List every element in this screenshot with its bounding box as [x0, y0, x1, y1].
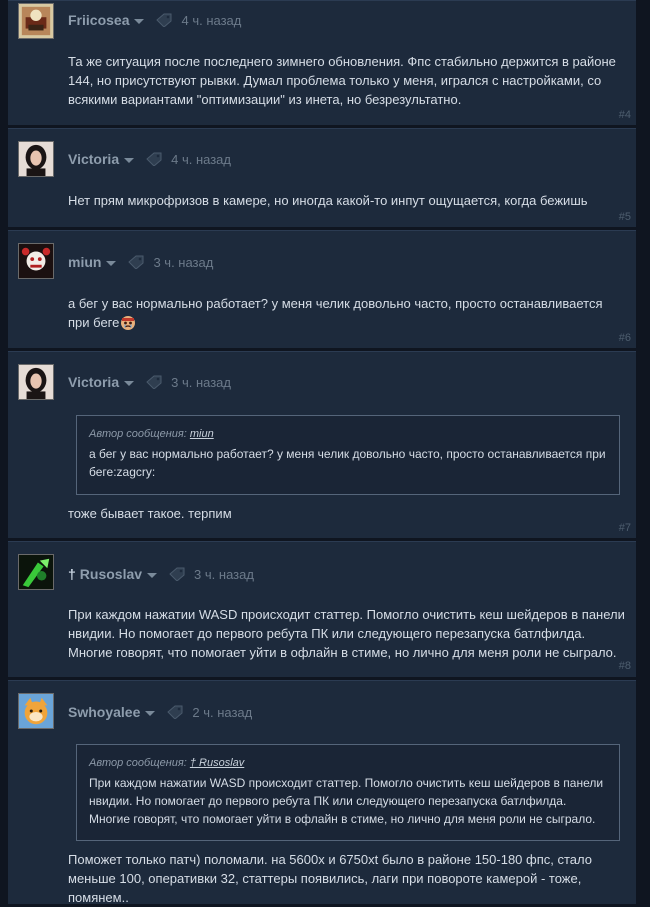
comment-header: Swhoyalee 2 ч. назад [68, 703, 252, 721]
timestamp: 3 ч. назад [153, 254, 214, 270]
comment-text: Поможет только патч) поломали. на 5600x … [68, 850, 626, 907]
author-name-text: Rusoslav [79, 566, 143, 582]
timestamp: 2 ч. назад [192, 704, 253, 720]
comment-header: Victoria 3 ч. назад [68, 373, 231, 391]
post-number[interactable]: #7 [619, 522, 631, 534]
avatar[interactable] [18, 243, 54, 279]
comment-line: Нет прям микрофризов в камере, но иногда… [68, 193, 588, 208]
tag-icon [146, 152, 162, 166]
author-name[interactable]: Victoria [68, 374, 119, 390]
tag-icon [167, 705, 183, 719]
comment-post: miun 3 ч. назад а бег у вас нормально ра… [8, 230, 636, 348]
quote-author-link[interactable]: miun [190, 428, 214, 440]
post-number[interactable]: #4 [619, 109, 631, 121]
timestamp: 4 ч. назад [181, 12, 242, 28]
comment-header: Friicosea 4 ч. назад [68, 11, 241, 29]
author-name[interactable]: † Rusoslav [68, 566, 142, 582]
avatar[interactable] [18, 554, 54, 590]
comment-text: Нет прям микрофризов в камере, но иногда… [68, 191, 626, 210]
chevron-down-icon[interactable] [147, 572, 158, 578]
quote-text: а бег у вас нормально работает? у меня ч… [89, 445, 607, 481]
comment-text: Та же ситуация после последнего зимнего … [68, 52, 626, 109]
tag-icon [128, 255, 144, 269]
quote-text: При каждом нажатии WASD происходит статт… [89, 774, 607, 828]
post-number[interactable]: #6 [619, 332, 631, 344]
comment-post: Friicosea 4 ч. назад Та же ситуация посл… [8, 0, 636, 125]
post-number[interactable]: #8 [619, 660, 631, 672]
quote-header: Автор сообщения: miun [89, 427, 607, 441]
comment-post: † Rusoslav 3 ч. назад При каждом нажатии … [8, 541, 636, 677]
quote-line: а бег у вас нормально работает? у меня ч… [89, 447, 606, 461]
timestamp: 3 ч. назад [171, 374, 231, 390]
chevron-down-icon[interactable] [134, 18, 145, 24]
quote-header: Автор сообщения: † Rusoslav [89, 756, 607, 770]
comment-line: тоже бывает такое. терпим [68, 506, 232, 521]
quote-label: Автор сообщения: [89, 757, 187, 769]
comment-header: miun 3 ч. назад [68, 253, 213, 271]
avatar[interactable] [18, 364, 54, 400]
comment-post: Victoria 3 ч. назад Автор сообщения: miu… [8, 351, 636, 538]
quote-author-link[interactable]: † Rusoslav [190, 757, 244, 769]
quote-label: Автор сообщения: [89, 428, 187, 440]
author-name[interactable]: Friicosea [68, 12, 129, 28]
chevron-down-icon[interactable] [124, 380, 135, 386]
quote-block: Автор сообщения: † Rusoslav При каждом н… [76, 744, 620, 841]
comment-thread: Friicosea 4 ч. назад Та же ситуация посл… [0, 0, 650, 907]
comment-header: † Rusoslav 3 ч. назад [68, 565, 254, 583]
timestamp: 3 ч. назад [194, 566, 254, 582]
tag-icon [146, 375, 162, 389]
comment-text: тоже бывает такое. терпим [68, 504, 626, 523]
tag-icon [169, 567, 185, 581]
author-name[interactable]: Victoria [68, 151, 119, 167]
comment-line: Поможет только патч) поломали. на 5600x … [68, 852, 592, 867]
comment-line: при беге [68, 313, 626, 332]
comment-post: Swhoyalee 2 ч. назад Автор сообщения: † … [8, 680, 636, 907]
avatar[interactable] [18, 141, 54, 177]
comment-line: а бег у вас нормально работает? у меня ч… [68, 296, 603, 311]
avatar[interactable] [18, 693, 54, 729]
zagcry-emote-icon [119, 314, 137, 330]
timestamp: 4 ч. назад [171, 151, 231, 167]
quote-line: Многие говорят, что помогает уйти в офла… [89, 812, 596, 826]
quote-line: беге:zagcry: [89, 465, 156, 479]
chevron-down-icon[interactable] [106, 260, 117, 266]
comment-line: При каждом нажатии WASD происходит статт… [68, 607, 625, 622]
comment-header: Victoria 4 ч. назад [68, 150, 231, 168]
comment-line: Многие говорят, что помогает уйти в офла… [68, 645, 617, 660]
comment-line-text: при беге [68, 315, 120, 330]
chevron-down-icon[interactable] [145, 710, 156, 716]
avatar[interactable] [18, 3, 54, 39]
comment-text: а бег у вас нормально работает? у меня ч… [68, 294, 626, 332]
quote-block: Автор сообщения: miun а бег у вас нормал… [76, 415, 620, 495]
author-name[interactable]: miun [68, 254, 101, 270]
chevron-down-icon[interactable] [124, 157, 135, 163]
author-prefix: † [68, 566, 76, 582]
quote-line: нвидии. Но помогает до первого ребута ПК… [89, 794, 567, 808]
quote-line: При каждом нажатии WASD происходит статт… [89, 776, 604, 790]
comment-line: всякими вариантами "оптимизации" из инет… [68, 92, 462, 107]
comment-line: 144, но присутствуют рывки. Думал пробле… [68, 73, 602, 88]
comment-line: помянем.. [68, 890, 129, 905]
comment-line: меньше 100, оперативки 32, статтеры появ… [68, 871, 582, 886]
tag-icon [156, 13, 172, 27]
comment-line: нвидии. Но помогает до первого ребута ПК… [68, 626, 586, 641]
comment-text: При каждом нажатии WASD происходит статт… [68, 605, 626, 662]
comment-post: Victoria 4 ч. назад Нет прям микрофризов… [8, 128, 636, 227]
author-name[interactable]: Swhoyalee [68, 704, 140, 720]
post-number[interactable]: #5 [619, 211, 631, 223]
comment-line: Та же ситуация после последнего зимнего … [68, 54, 616, 69]
